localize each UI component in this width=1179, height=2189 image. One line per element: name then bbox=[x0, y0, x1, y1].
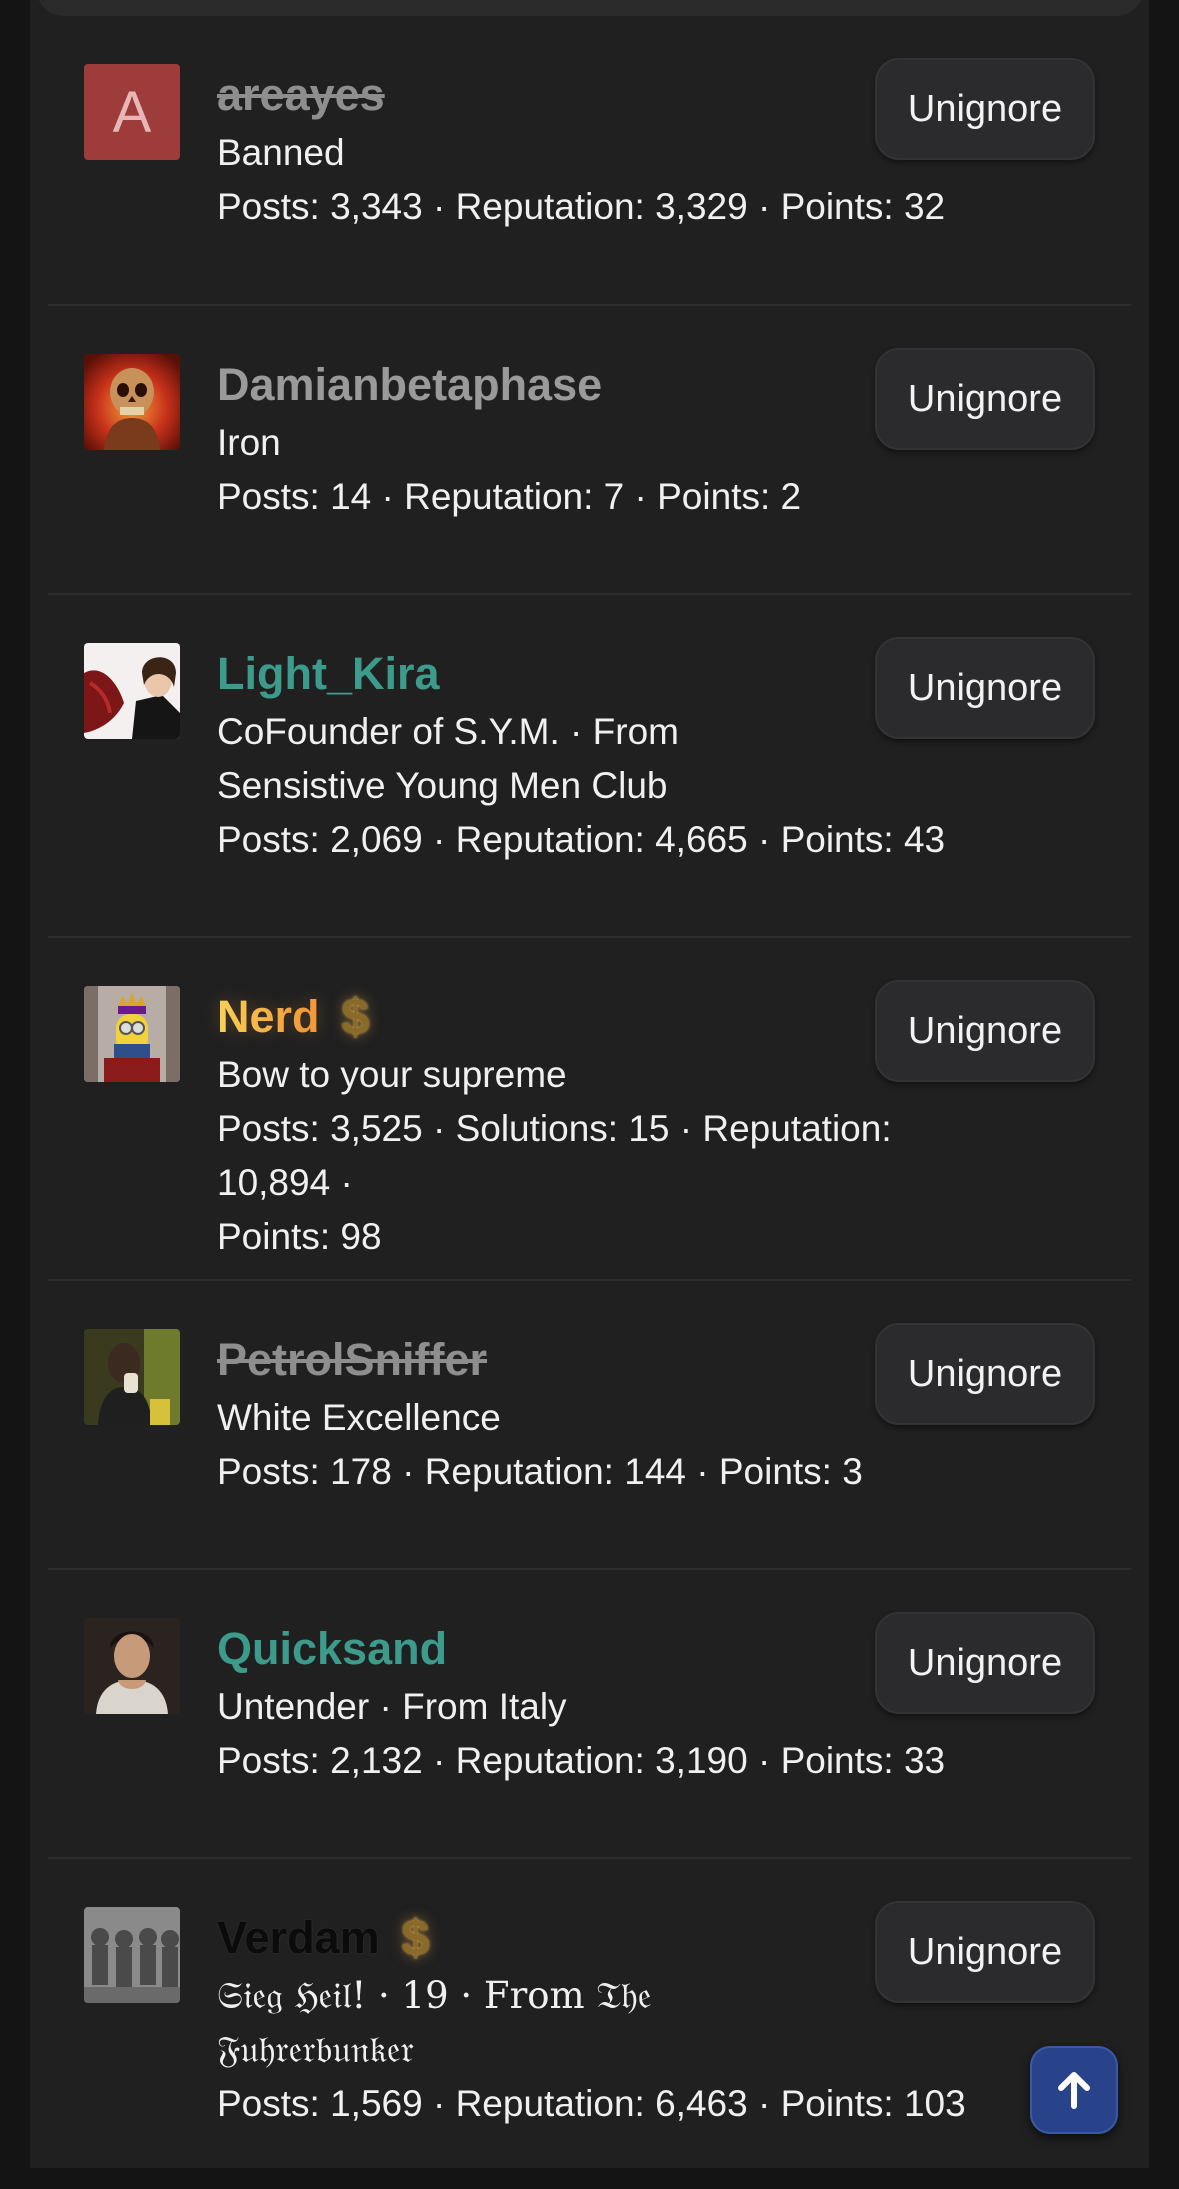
unignore-button[interactable]: Unignore bbox=[875, 1612, 1095, 1714]
username-link[interactable]: Quicksand bbox=[217, 1618, 447, 1680]
user-title-line: 𝔖𝔦𝔢𝔤 ℌ𝔢𝔦𝔩! · 19 · From 𝔗𝔥𝔢 bbox=[217, 1974, 652, 2017]
list-item: Verdam $ 𝔖𝔦𝔢𝔤 ℌ𝔢𝔦𝔩! · 19 · From 𝔗𝔥𝔢 𝔉𝔲𝔥𝔯… bbox=[48, 1859, 1131, 2189]
username-link[interactable]: areayes bbox=[217, 64, 385, 126]
user-stats: Posts: 14 · Reputation: 7 · Points: 2 bbox=[217, 476, 802, 517]
user-title: White Excellence bbox=[217, 1397, 501, 1438]
username-link[interactable]: Light_Kira bbox=[217, 643, 440, 705]
member-info: Verdam $ 𝔖𝔦𝔢𝔤 ℌ𝔢𝔦𝔩! · 19 · From 𝔗𝔥𝔢 𝔉𝔲𝔥𝔯… bbox=[217, 1907, 977, 2131]
letter-avatar[interactable]: A bbox=[84, 64, 180, 160]
minion-king-avatar[interactable] bbox=[84, 986, 180, 1082]
person-photo-avatar[interactable] bbox=[84, 1618, 180, 1714]
unignore-button[interactable]: Unignore bbox=[875, 1901, 1095, 2003]
user-title: Banned bbox=[217, 132, 345, 173]
user-title-line: CoFounder of S.Y.M. · From bbox=[217, 711, 679, 752]
list-item: Quicksand Untender · From Italy Posts: 2… bbox=[48, 1570, 1131, 1859]
list-item: Light_Kira CoFounder of S.Y.M. · From Se… bbox=[48, 595, 1131, 938]
username-row: Light_Kira bbox=[217, 643, 977, 705]
list-item: PetrolSniffer White Excellence Posts: 17… bbox=[48, 1281, 1131, 1570]
username-row: Damianbetaphase bbox=[217, 354, 977, 416]
list-item: Damianbetaphase Iron Posts: 14 · Reputat… bbox=[48, 306, 1131, 595]
unignore-button[interactable]: Unignore bbox=[875, 980, 1095, 1082]
dollar-badge-icon: $ bbox=[341, 989, 370, 1045]
username-row: Nerd $ bbox=[217, 986, 977, 1048]
username-link[interactable]: Damianbetaphase bbox=[217, 354, 602, 416]
user-stats: Posts: 178 · Reputation: 144 · Points: 3 bbox=[217, 1451, 863, 1492]
member-info: areayes Banned Posts: 3,343 · Reputation… bbox=[217, 64, 977, 234]
skull-avatar[interactable] bbox=[84, 354, 180, 450]
user-title-line: Sensistive Young Men Club bbox=[217, 765, 668, 806]
user-title: Iron bbox=[217, 422, 281, 463]
user-stats: Posts: 2,132 · Reputation: 3,190 · Point… bbox=[217, 1740, 946, 1781]
panel-top-edge bbox=[36, 0, 1144, 16]
member-info: Damianbetaphase Iron Posts: 14 · Reputat… bbox=[217, 354, 977, 524]
soldiers-photo-avatar[interactable] bbox=[84, 1907, 180, 2003]
user-stats-line: Points: 98 bbox=[217, 1216, 382, 1257]
username-row: Quicksand bbox=[217, 1618, 977, 1680]
member-info: Nerd $ Bow to your supreme Posts: 3,525 … bbox=[217, 986, 977, 1264]
username-row: PetrolSniffer bbox=[217, 1329, 977, 1391]
ignored-members-list: A areayes Banned Posts: 3,343 · Reputati… bbox=[48, 16, 1131, 2189]
arrow-up-icon bbox=[1058, 2072, 1090, 2109]
person-photo-avatar[interactable] bbox=[84, 1329, 180, 1425]
username-row: areayes bbox=[217, 64, 977, 126]
user-title-line: 𝔉𝔲𝔥𝔯𝔢𝔯𝔟𝔲𝔫𝔨𝔢𝔯 bbox=[217, 2028, 414, 2071]
anime-character-avatar[interactable] bbox=[84, 643, 180, 739]
user-stats: Posts: 2,069 · Reputation: 4,665 · Point… bbox=[217, 819, 946, 860]
scroll-to-top-button[interactable] bbox=[1030, 2046, 1118, 2134]
username-link[interactable]: Nerd bbox=[217, 986, 320, 1048]
unignore-button[interactable]: Unignore bbox=[875, 58, 1095, 160]
member-info: Light_Kira CoFounder of S.Y.M. · From Se… bbox=[217, 643, 977, 867]
user-title: Untender · From Italy bbox=[217, 1686, 567, 1727]
user-title: Bow to your supreme bbox=[217, 1054, 567, 1095]
user-stats: Posts: 1,569 · Reputation: 6,463 · Point… bbox=[217, 2083, 966, 2124]
member-info: Quicksand Untender · From Italy Posts: 2… bbox=[217, 1618, 977, 1788]
avatar-letter: A bbox=[112, 79, 152, 145]
unignore-button[interactable]: Unignore bbox=[875, 637, 1095, 739]
unignore-button[interactable]: Unignore bbox=[875, 1323, 1095, 1425]
username-row: Verdam $ bbox=[217, 1907, 977, 1969]
user-stats: Posts: 3,343 · Reputation: 3,329 · Point… bbox=[217, 186, 946, 227]
username-link[interactable]: Verdam bbox=[217, 1907, 380, 1969]
dollar-badge-icon: $ bbox=[401, 1910, 430, 1966]
unignore-button[interactable]: Unignore bbox=[875, 348, 1095, 450]
username-link[interactable]: PetrolSniffer bbox=[217, 1329, 487, 1391]
list-item: A areayes Banned Posts: 3,343 · Reputati… bbox=[48, 16, 1131, 306]
member-info: PetrolSniffer White Excellence Posts: 17… bbox=[217, 1329, 977, 1499]
user-stats-line: Posts: 3,525 · Solutions: 15 · Reputatio… bbox=[217, 1108, 892, 1203]
list-item: Nerd $ Bow to your supreme Posts: 3,525 … bbox=[48, 938, 1131, 1281]
